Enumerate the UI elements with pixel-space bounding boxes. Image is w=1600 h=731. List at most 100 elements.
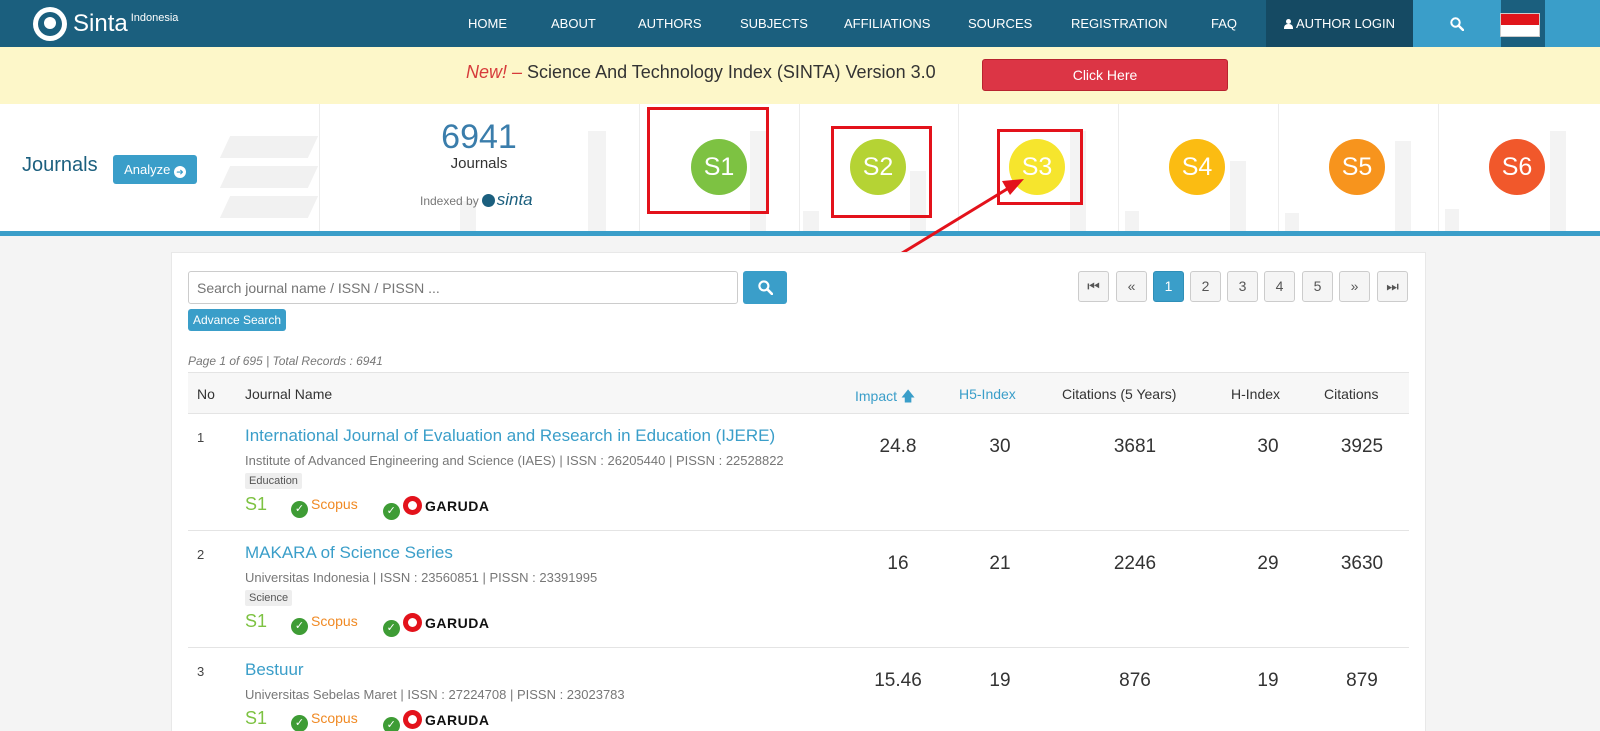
nav-authors[interactable]: AUTHORS [638, 0, 740, 47]
indexed-by-brand: sinta [496, 190, 533, 209]
nav-registration[interactable]: REGISTRATION [1071, 0, 1211, 47]
check-icon: ✓ [291, 715, 308, 731]
h-index-value: 30 [1257, 436, 1279, 457]
first-page-icon[interactable]: ⏮ [1078, 271, 1109, 302]
check-icon: ✓ [383, 503, 400, 520]
rank-s6-circle[interactable]: S6 [1489, 139, 1545, 195]
sinta-logo[interactable]: Sinta Indonesia [33, 7, 178, 41]
h5-index-value: 30 [989, 436, 1011, 457]
sort-arrow-up-icon: 🡅 [900, 388, 916, 404]
garuda-indexed[interactable]: ✓ GARUDA [383, 710, 489, 731]
citations-value: 3925 [1340, 436, 1384, 457]
total-journals-count: 6941 [441, 118, 517, 156]
journal-name-link[interactable]: Bestuur [245, 660, 304, 680]
search-icon [757, 280, 773, 295]
table-header: No Journal Name Impact 🡅 H5-Index Citati… [188, 372, 1409, 414]
annotation-box-s3 [997, 129, 1083, 205]
author-login-button[interactable]: AUTHOR LOGIN [1266, 0, 1413, 47]
stack-decoration [219, 136, 319, 158]
col-h5-index[interactable]: H5-Index [959, 386, 1016, 402]
citations-5y-value: 3681 [1113, 436, 1157, 457]
col-journal-name: Journal Name [245, 386, 333, 402]
page-1-button[interactable]: 1 [1153, 271, 1184, 302]
row-no: 1 [197, 430, 205, 445]
nav-faq[interactable]: FAQ [1211, 0, 1261, 47]
scopus-indexed[interactable]: ✓ Scopus [291, 613, 358, 635]
rank-badge: S1 [245, 494, 268, 514]
citations-value: 879 [1346, 670, 1378, 691]
col-impact-label: Impact [855, 388, 898, 404]
brand-sub: Indonesia [130, 12, 179, 24]
impact-value: 24.8 [879, 436, 917, 457]
col-citations-5y: Citations (5 Years) [1062, 386, 1177, 402]
bar-decoration [1230, 161, 1246, 231]
impact-value: 15.46 [874, 670, 922, 691]
check-icon: ✓ [291, 618, 308, 635]
search-button[interactable] [743, 271, 787, 304]
garuda-logo-icon [403, 613, 422, 632]
journals-heading: Journals [22, 154, 98, 176]
bar-decoration [803, 211, 819, 231]
bar-decoration [1125, 211, 1139, 231]
impact-value: 16 [887, 553, 909, 574]
indonesia-flag-icon[interactable] [1500, 13, 1540, 37]
journal-search-input[interactable] [188, 271, 738, 304]
announcement-bar: New! – Science And Technology Index (SIN… [0, 47, 1600, 104]
garuda-indexed[interactable]: ✓ GARUDA [383, 613, 489, 637]
advance-search-button[interactable]: Advance Search [188, 309, 286, 331]
stack-decoration [219, 196, 319, 218]
nav-affiliations[interactable]: AFFILIATIONS [844, 0, 968, 47]
scopus-indexed[interactable]: ✓ Scopus [291, 710, 358, 731]
journal-name-link[interactable]: International Journal of Evaluation and … [245, 426, 775, 446]
indexed-by-label: Indexed by [420, 194, 479, 208]
column-divider [1118, 104, 1119, 231]
arrow-right-icon: ➜ [173, 166, 186, 178]
nav-sources[interactable]: SOURCES [968, 0, 1071, 47]
nav-about[interactable]: ABOUT [551, 0, 638, 47]
page-3-button[interactable]: 3 [1227, 271, 1258, 302]
citations-5y-value: 2246 [1113, 553, 1157, 574]
nav-search-button[interactable] [1413, 0, 1501, 47]
total-journals: 6941 Journals [319, 118, 639, 172]
last-page-icon[interactable]: ⏭ [1377, 271, 1408, 302]
journal-name-link[interactable]: MAKARA of Science Series [245, 543, 453, 563]
check-icon: ✓ [291, 501, 308, 518]
check-icon: ✓ [383, 717, 400, 731]
page-5-button[interactable]: 5 [1302, 271, 1333, 302]
subject-badge[interactable]: Education [245, 473, 302, 489]
nav-right-area [1545, 0, 1600, 47]
total-journals-label: Journals [450, 155, 508, 172]
stack-decoration [219, 166, 319, 188]
column-divider [1278, 104, 1279, 231]
journal-affiliation: Institute of Advanced Engineering and Sc… [245, 453, 784, 468]
subject-badge[interactable]: Science [245, 590, 293, 606]
h-index-value: 29 [1257, 553, 1279, 574]
garuda-label: GARUDA [425, 615, 490, 631]
user-icon [1284, 19, 1294, 29]
column-divider [639, 104, 640, 231]
rank-s5-circle[interactable]: S5 [1329, 139, 1385, 195]
sinta-mark-icon [481, 194, 495, 207]
prev-page-button[interactable]: « [1116, 271, 1147, 302]
click-here-button[interactable]: Click Here [982, 59, 1228, 91]
journal-stats-bar: Journals Analyze ➜ 6941 Journals Indexed… [0, 104, 1600, 236]
bar-decoration [1445, 209, 1459, 231]
journal-affiliation: Universitas Indonesia | ISSN : 23560851 … [245, 570, 598, 585]
page-4-button[interactable]: 4 [1264, 271, 1295, 302]
row-no: 3 [197, 664, 205, 679]
col-impact-sort[interactable]: Impact 🡅 [855, 386, 915, 410]
scopus-indexed[interactable]: ✓ Scopus [291, 496, 358, 518]
garuda-indexed[interactable]: ✓ GARUDA [383, 496, 489, 520]
page-2-button[interactable]: 2 [1190, 271, 1221, 302]
row-no: 2 [197, 547, 205, 562]
nav-home[interactable]: HOME [468, 0, 551, 47]
analyze-button[interactable]: Analyze ➜ [113, 155, 197, 184]
nav-subjects[interactable]: SUBJECTS [740, 0, 844, 47]
citations-5y-value: 876 [1119, 670, 1151, 691]
next-page-button[interactable]: » [1339, 271, 1370, 302]
rank-s4-circle[interactable]: S4 [1169, 139, 1225, 195]
sinta-logo-icon [33, 7, 67, 41]
h5-index-value: 21 [989, 553, 1011, 574]
page-info: Page 1 of 695 | Total Records : 6941 [188, 354, 383, 368]
top-navbar: Sinta Indonesia HOME ABOUT AUTHORS SUBJE… [0, 0, 1600, 47]
